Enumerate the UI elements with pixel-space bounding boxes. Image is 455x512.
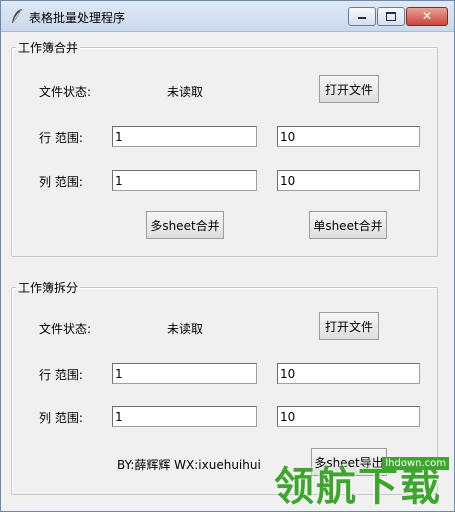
split-col-start-input[interactable] [112, 406, 257, 427]
maximize-icon [386, 12, 396, 21]
split-file-status-value: 未读取 [167, 322, 204, 336]
merge-group-title: 工作簿合并 [18, 41, 79, 55]
split-group-title: 工作簿拆分 [18, 281, 79, 295]
close-icon: ✕ [421, 9, 433, 23]
split-row-start-input[interactable] [112, 363, 257, 384]
merge-col-start-input[interactable] [112, 170, 257, 191]
app-window: 表格批量处理程序 ✕ 工作簿合并 文件状态: 未读取 打开文件 行 范围: 列 … [0, 0, 455, 512]
maximize-button[interactable] [377, 7, 405, 26]
merge-file-status-label: 文件状态: [39, 85, 92, 99]
feather-icon [12, 8, 22, 23]
split-file-status-label: 文件状态: [39, 322, 92, 336]
merge-open-file-button[interactable]: 打开文件 [319, 75, 379, 103]
split-row-end-input[interactable] [277, 363, 420, 384]
watermark: 领航下载 lhdown.com [268, 452, 455, 512]
minimize-icon [358, 17, 366, 19]
multi-sheet-merge-button[interactable]: 多sheet合并 [146, 211, 224, 239]
merge-row-end-input[interactable] [277, 126, 420, 147]
title-bar[interactable]: 表格批量处理程序 ✕ [1, 1, 454, 32]
split-col-range-label: 列 范围: [39, 411, 83, 425]
split-open-file-button[interactable]: 打开文件 [319, 312, 379, 340]
merge-row-range-label: 行 范围: [39, 131, 83, 145]
watermark-tag: lhdown.com [382, 457, 449, 470]
merge-file-status-value: 未读取 [167, 85, 204, 99]
merge-col-end-input[interactable] [277, 170, 420, 191]
author-credit: BY:薛辉辉 WX:ixuehuihui [117, 458, 261, 472]
split-col-end-input[interactable] [277, 406, 420, 427]
window-title: 表格批量处理程序 [29, 11, 126, 25]
merge-row-start-input[interactable] [112, 126, 257, 147]
single-sheet-merge-button[interactable]: 单sheet合并 [309, 211, 387, 239]
merge-col-range-label: 列 范围: [39, 175, 83, 189]
split-row-range-label: 行 范围: [39, 368, 83, 382]
window-controls: ✕ [347, 7, 448, 26]
minimize-button[interactable] [348, 7, 376, 26]
close-button[interactable]: ✕ [406, 7, 448, 26]
